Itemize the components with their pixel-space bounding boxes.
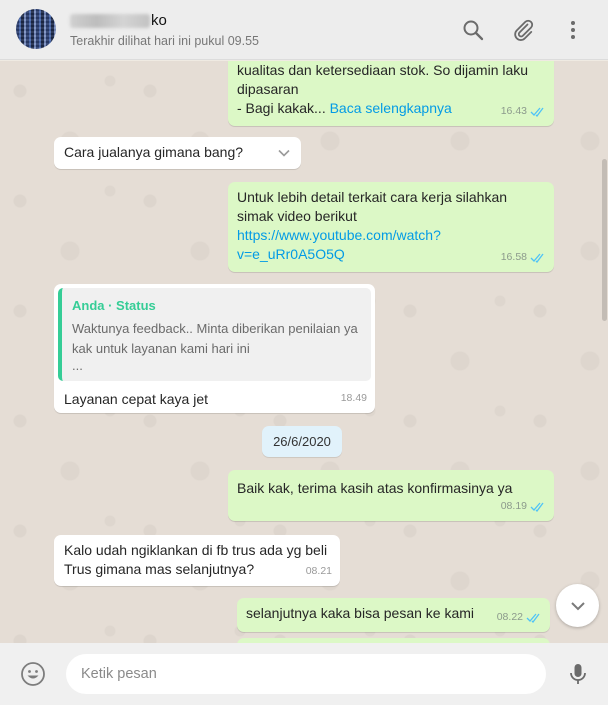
- message-meta: 08.21: [306, 562, 332, 581]
- chat-header: ko Terakhir dilihat hari ini pukul 09.55: [0, 0, 608, 60]
- message-meta: 08.19: [501, 497, 546, 516]
- chevron-down-icon[interactable]: [277, 146, 291, 160]
- youtube-link[interactable]: https://www.youtube.com/watch?: [237, 226, 545, 245]
- message-meta: 16.58: [501, 248, 546, 267]
- youtube-link[interactable]: v=e_uRr0A5O5Q: [237, 245, 545, 264]
- message-time: 08.19: [500, 500, 527, 512]
- message-text: - Bagi kakak... Baca selengkapnya: [237, 100, 452, 116]
- message-time: 16.43: [500, 105, 527, 117]
- message-text: dipasaran: [237, 81, 299, 97]
- message-text: Trus gimana mas selanjutnya?: [64, 561, 255, 577]
- contact-avatar[interactable]: [16, 9, 56, 49]
- contact-name[interactable]: ko: [70, 12, 167, 29]
- message-text: Cara jualanya gimana bang?: [64, 144, 244, 160]
- message-meta: 18.49: [341, 389, 367, 408]
- message-outgoing[interactable]: Untuk lebih detail terkait cara kerja si…: [228, 182, 554, 272]
- message-time: 16.58: [500, 251, 527, 263]
- blurred-name: [70, 14, 150, 29]
- message-outgoing[interactable]: selanjutnya kaka bisa pesan ke kami 08.2…: [237, 598, 550, 632]
- message-time: 18.49: [340, 392, 367, 404]
- double-check-icon: [530, 253, 544, 263]
- message-outgoing[interactable]: Baik kak, terima kasih atas konfirmasiny…: [228, 470, 554, 521]
- date-divider: 26/6/2020: [262, 426, 342, 457]
- double-check-icon: [526, 613, 540, 623]
- quote-text: Waktunya feedback.. Minta diberikan peni…: [72, 321, 358, 336]
- search-icon[interactable]: [461, 18, 485, 42]
- message-incoming[interactable]: Anda · Status Waktunya feedback.. Minta …: [54, 284, 375, 413]
- quote-text: kak untuk layanan kami hari ini: [72, 341, 250, 356]
- message-time: 08.21: [305, 565, 332, 577]
- message-outgoing[interactable]: kualitas dan ketersediaan stok. So dijam…: [228, 61, 554, 126]
- kebab-menu-icon[interactable]: [561, 18, 585, 42]
- message-text: simak video berikut: [237, 208, 357, 224]
- message-text: Untuk lebih detail terkait cara kerja si…: [237, 189, 508, 205]
- message-list[interactable]: kualitas dan ketersediaan stok. So dijam…: [0, 61, 608, 643]
- double-check-icon: [530, 502, 544, 512]
- message-incoming[interactable]: Cara jualanya gimana bang?: [54, 137, 301, 169]
- scroll-to-bottom-button[interactable]: [556, 584, 599, 627]
- message-meta: 08.22: [497, 608, 542, 627]
- microphone-icon[interactable]: [566, 662, 590, 686]
- message-meta: 16.43: [501, 102, 546, 121]
- message-input[interactable]: [66, 654, 546, 694]
- quote-author: Anda · Status: [72, 298, 156, 313]
- message-time: 08.22: [496, 611, 523, 623]
- chevron-down-icon: [570, 601, 585, 610]
- message-text: Kalo udah ngiklankan di fb trus ada yg b…: [64, 542, 328, 558]
- message-text: Baik kak, terima kasih atas konfirmasiny…: [237, 480, 513, 496]
- emoji-icon[interactable]: [20, 661, 46, 687]
- message-incoming[interactable]: Kalo udah ngiklankan di fb trus ada yg b…: [54, 535, 340, 586]
- contact-name-suffix: ko: [151, 12, 167, 29]
- scrollbar[interactable]: [602, 159, 607, 321]
- compose-bar: [0, 643, 608, 705]
- message-text: Layanan cepat kaya jet: [64, 391, 208, 407]
- last-seen-status: Terakhir dilihat hari ini pukul 09.55: [70, 34, 259, 48]
- read-more-link[interactable]: Baca selengkapnya: [330, 100, 452, 116]
- quote-text: ...: [72, 358, 83, 373]
- quoted-status[interactable]: Anda · Status Waktunya feedback.. Minta …: [58, 288, 371, 381]
- double-check-icon: [530, 107, 544, 117]
- paperclip-icon[interactable]: [511, 18, 535, 42]
- message-text: kualitas dan ketersediaan stok. So dijam…: [237, 62, 529, 78]
